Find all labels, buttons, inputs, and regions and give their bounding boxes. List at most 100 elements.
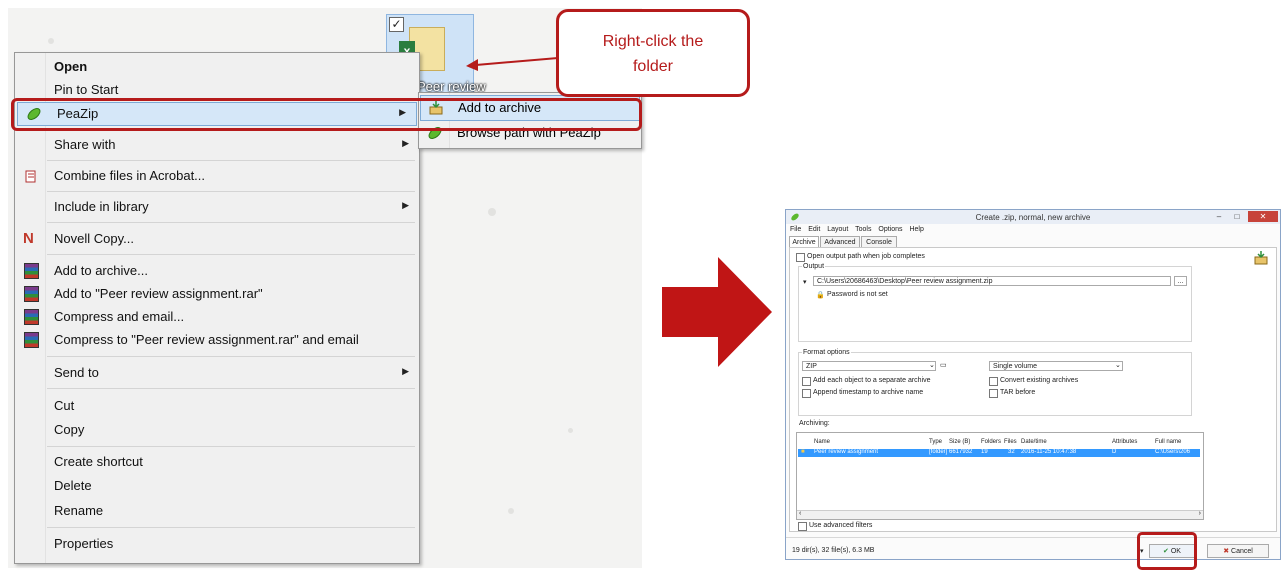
archiving-label: Archiving: — [799, 420, 830, 427]
output-path-field[interactable]: C:\Users\20686463\Desktop\Peer review as… — [813, 276, 1171, 286]
row-name: Peer review assignment — [814, 449, 879, 455]
column-name[interactable]: Name — [814, 439, 830, 445]
maximize-button[interactable]: □ — [1229, 211, 1245, 222]
minimize-button[interactable]: – — [1212, 211, 1226, 222]
tab-advanced[interactable]: Advanced — [820, 236, 860, 247]
column-type[interactable]: Type — [929, 439, 942, 445]
advanced-filters-checkbox[interactable] — [798, 522, 807, 531]
menu-separator — [47, 222, 415, 223]
format-options-label: Format options — [802, 349, 851, 356]
scroll-left-icon[interactable]: ‹ — [799, 510, 801, 517]
menu-item-rename[interactable]: Rename — [15, 500, 419, 522]
dropdown-arrow-icon[interactable]: ▾ — [803, 278, 807, 286]
convert-archives-label: Convert existing archives — [1000, 377, 1079, 384]
column-folders[interactable]: Folders — [981, 439, 1001, 445]
menu-item-add-to-archive[interactable]: Add to archive... — [15, 260, 419, 282]
menu-item-label: Add to archive... — [54, 263, 148, 278]
callout-text: Right-click the folder — [559, 29, 747, 79]
menu-item-compress-and-email[interactable]: Compress and email... — [15, 306, 419, 328]
menu-item-label: Include in library — [54, 199, 149, 214]
winrar-icon — [24, 286, 39, 302]
menu-item-label: Open — [54, 59, 88, 74]
menu-separator — [47, 356, 415, 357]
novell-icon: N — [23, 230, 34, 247]
menu-separator — [47, 254, 415, 255]
column-datetime[interactable]: Date/time — [1021, 439, 1047, 445]
menu-item-compress-rar-email[interactable]: Compress to "Peer review assignment.rar"… — [15, 329, 419, 351]
menu-file[interactable]: File — [790, 226, 801, 233]
annotation-ok-highlight-box — [1137, 532, 1197, 570]
menu-item-delete[interactable]: Delete — [15, 475, 419, 497]
menu-item-add-to-rar[interactable]: Add to "Peer review assignment.rar" — [15, 283, 419, 305]
menu-item-novell-copy[interactable]: N Novell Copy... — [15, 228, 419, 250]
menu-item-label: Compress and email... — [54, 309, 185, 324]
volume-select[interactable]: Single volume — [989, 361, 1123, 371]
menu-item-properties[interactable]: Properties — [15, 533, 419, 555]
convert-archives-checkbox[interactable] — [989, 377, 998, 386]
row-type: [folder] — [929, 449, 948, 455]
horizontal-scrollbar[interactable]: ‹ › — [797, 510, 1203, 519]
format-settings-icon[interactable]: ▭ — [940, 361, 947, 369]
menu-item-label: Rename — [54, 503, 104, 518]
advanced-filters-label: Use advanced filters — [809, 522, 873, 529]
open-output-label: Open output path when job completes — [807, 253, 925, 260]
menu-separator — [47, 160, 415, 161]
menu-layout[interactable]: Layout — [827, 226, 848, 233]
menu-edit[interactable]: Edit — [808, 226, 820, 233]
cancel-button[interactable]: ✖ Cancel — [1207, 544, 1269, 558]
submenu-arrow-icon: ▶ — [402, 200, 409, 210]
background-speck — [508, 508, 514, 514]
annotation-highlight-box — [11, 98, 642, 131]
row-attributes: D — [1112, 449, 1117, 455]
menu-item-create-shortcut[interactable]: Create shortcut — [15, 451, 419, 473]
menu-item-label: Copy — [54, 422, 85, 437]
password-status[interactable]: Password is not set — [827, 291, 888, 298]
chevron-down-icon: ⌄ — [929, 362, 935, 369]
close-button[interactable]: ✕ — [1248, 211, 1278, 222]
menu-item-share-with[interactable]: Share with ▶ — [15, 134, 419, 156]
separate-archive-checkbox[interactable] — [802, 377, 811, 386]
menu-separator — [47, 191, 415, 192]
tab-archive[interactable]: Archive — [789, 236, 819, 247]
menu-item-cut[interactable]: Cut — [15, 395, 419, 417]
column-attributes[interactable]: Attributes — [1112, 439, 1137, 445]
background-speck — [488, 208, 496, 216]
column-files[interactable]: Files — [1004, 439, 1017, 445]
instruction-callout: Right-click the folder — [556, 9, 750, 97]
checkbox-icon[interactable]: ✓ — [389, 17, 404, 32]
format-select[interactable]: ZIP — [802, 361, 936, 371]
menu-item-label: Delete — [54, 478, 92, 493]
column-fullname[interactable]: Full name — [1155, 439, 1181, 445]
menu-item-label: Send to — [54, 365, 99, 380]
browse-output-button[interactable]: ... — [1174, 276, 1187, 286]
open-output-checkbox[interactable] — [796, 253, 805, 262]
scroll-right-icon[interactable]: › — [1199, 510, 1201, 517]
menu-bar: File Edit Layout Tools Options Help — [790, 226, 929, 233]
menu-options[interactable]: Options — [878, 226, 902, 233]
menu-item-label: Create shortcut — [54, 454, 143, 469]
chevron-down-icon: ⌄ — [1115, 362, 1121, 369]
peazip-window: Create .zip, normal, new archive – □ ✕ F… — [785, 209, 1281, 560]
tab-console[interactable]: Console — [861, 236, 897, 247]
menu-item-include-in-library[interactable]: Include in library ▶ — [15, 196, 419, 218]
menu-tools[interactable]: Tools — [855, 226, 871, 233]
menu-item-combine-acrobat[interactable]: Combine files in Acrobat... — [15, 165, 419, 187]
menu-item-label: Add to "Peer review assignment.rar" — [54, 286, 263, 301]
submenu-arrow-icon: ▶ — [402, 366, 409, 376]
archive-file-list[interactable]: Name Type Size (B) Folders Files Date/ti… — [796, 432, 1204, 520]
menu-item-copy[interactable]: Copy — [15, 419, 419, 441]
menu-separator — [47, 446, 415, 447]
status-divider — [786, 537, 1280, 538]
menu-item-label: Novell Copy... — [54, 231, 134, 246]
background-speck — [48, 38, 54, 44]
tar-before-checkbox[interactable] — [989, 389, 998, 398]
menu-item-open[interactable]: Open — [15, 56, 419, 78]
menu-item-label: Pin to Start — [54, 82, 119, 97]
menu-help[interactable]: Help — [909, 226, 923, 233]
column-size[interactable]: Size (B) — [949, 439, 970, 445]
table-row[interactable]: ■ Peer review assignment [folder] 661793… — [798, 449, 1200, 457]
big-right-arrow-icon — [662, 257, 772, 367]
menu-separator — [47, 388, 415, 389]
append-timestamp-checkbox[interactable] — [802, 389, 811, 398]
menu-item-send-to[interactable]: Send to ▶ — [15, 362, 419, 384]
